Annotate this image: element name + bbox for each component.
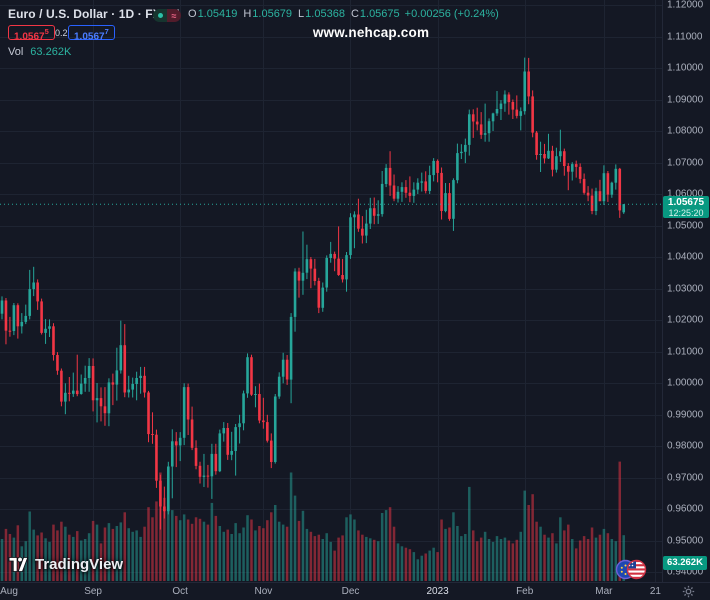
close-label: C	[351, 8, 359, 20]
price-axis-label: 0.96000	[667, 504, 703, 515]
candles	[1, 58, 625, 530]
time-axis-label: Feb	[516, 584, 533, 599]
gridlines	[0, 0, 662, 583]
price-chart-pane[interactable]	[0, 0, 662, 583]
high-label: H	[243, 8, 251, 20]
last-price-label: 1.05675 12:25:20	[663, 196, 709, 218]
price-axis-label: 1.02000	[667, 315, 703, 326]
delayed-data-icon: ≈	[167, 9, 181, 22]
time-axis-label: Nov	[254, 584, 272, 599]
time-axis-label: Dec	[342, 584, 360, 599]
price-axis-label: 0.97000	[667, 472, 703, 483]
price-axis-label: 0.99000	[667, 409, 703, 420]
tradingview-logo[interactable]: TradingView	[8, 556, 123, 573]
spread-value: 0.2	[55, 28, 68, 38]
change-value: +0.00256 (+0.24%)	[405, 8, 499, 20]
time-axis-label: Mar	[595, 584, 612, 599]
time-axis-label: 21	[650, 584, 661, 599]
price-axis-label: 1.12000	[667, 0, 703, 11]
price-axis-label: 0.98000	[667, 441, 703, 452]
price-axis-label: 1.07000	[667, 157, 703, 168]
price-axis-label: 1.11000	[667, 31, 702, 42]
ask-price-sup: 7	[105, 27, 109, 36]
price-axis-label: 1.08000	[667, 126, 703, 137]
sell-bid-button[interactable]: 1.05675	[8, 25, 55, 40]
watermark-text: www.nehcap.com	[313, 25, 429, 40]
low-label: L	[298, 8, 304, 20]
buy-ask-button[interactable]: 1.05677	[68, 25, 115, 40]
high-value: 1.05679	[252, 8, 292, 20]
bid-price: 1.0567	[14, 31, 45, 42]
volume-legend[interactable]: Vol 63.262K	[8, 46, 71, 58]
price-axis-label: 0.95000	[667, 535, 703, 546]
price-axis-label: 1.09000	[667, 94, 703, 105]
time-axis-label: Sep	[84, 584, 102, 599]
price-axis-border	[662, 0, 663, 583]
price-axis-label: 1.04000	[667, 252, 703, 263]
tradingview-logo-text: TradingView	[35, 556, 123, 573]
market-open-dot-icon	[153, 9, 167, 22]
price-axis-label: 1.10000	[667, 63, 703, 74]
volume-value: 63.262K	[30, 46, 71, 58]
market-status-pill[interactable]: ≈	[153, 9, 181, 22]
open-label: O	[188, 8, 197, 20]
time-axis-border	[0, 582, 710, 583]
price-axis-label: 1.05000	[667, 220, 703, 231]
bid-price-sup: 5	[45, 27, 49, 36]
settings-gear-icon[interactable]	[682, 585, 695, 600]
last-price-value: 1.05675	[663, 197, 709, 208]
close-value: 1.05675	[360, 8, 400, 20]
time-axis-label: Aug	[0, 584, 18, 599]
currency-pair-flags	[613, 557, 649, 587]
time-axis-label: 2023	[426, 584, 448, 599]
ask-price: 1.0567	[74, 31, 105, 42]
low-value: 1.05368	[305, 8, 345, 20]
price-axis-label: 1.00000	[667, 378, 703, 389]
ohlc-readout: O1.05419 H1.05679 L1.05368 C1.05675 +0.00256…	[188, 8, 499, 20]
open-value: 1.05419	[198, 8, 238, 20]
time-axis-label: Oct	[172, 584, 188, 599]
bar-countdown: 12:25:20	[663, 208, 709, 218]
volume-label: Vol	[8, 46, 23, 58]
price-axis-label: 1.01000	[667, 346, 703, 357]
price-axis-label: 1.03000	[667, 283, 703, 294]
tradingview-chart-window: 1.12000 1.11000 1.10000 1.09000 1.08000 1.070…	[0, 0, 710, 600]
volume-axis-badge: 63.262K	[663, 556, 707, 570]
tradingview-mark-icon	[8, 556, 29, 573]
